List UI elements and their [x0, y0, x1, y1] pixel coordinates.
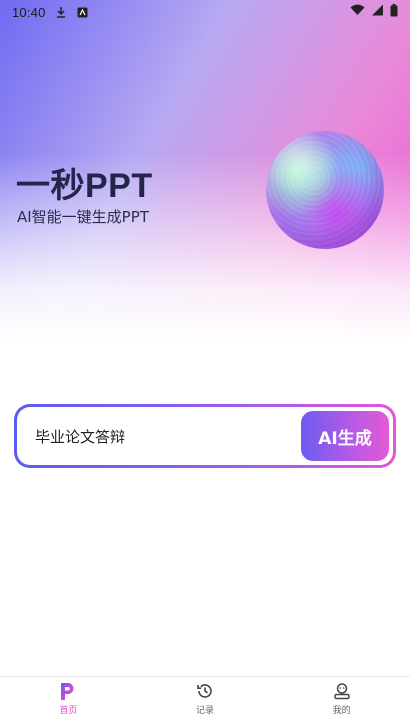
battery-icon: [390, 3, 398, 21]
bottom-nav: 首页 记录 我的: [0, 676, 410, 720]
topic-input[interactable]: [35, 427, 301, 445]
iridescent-orb-illustration: [266, 131, 384, 249]
history-icon: [195, 681, 215, 701]
brand-p-icon: [58, 681, 78, 701]
prompt-container: AI生成: [14, 404, 396, 468]
profile-icon: [332, 681, 352, 701]
nav-label-history: 记录: [195, 706, 214, 716]
app-subtitle: AI智能一键生成PPT: [17, 208, 149, 226]
status-time: 10:40: [12, 4, 46, 20]
nav-item-profile[interactable]: 我的: [302, 681, 382, 716]
nav-item-history[interactable]: 记录: [165, 681, 245, 716]
ai-generate-button[interactable]: AI生成: [301, 411, 389, 461]
notification-app-icon: [76, 5, 90, 19]
nav-label-home: 首页: [59, 706, 78, 716]
signal-icon: [371, 4, 384, 20]
prompt-inner: AI生成: [17, 407, 393, 465]
download-icon: [54, 5, 68, 19]
wifi-icon: [350, 4, 365, 20]
status-right-group: [350, 3, 398, 21]
nav-item-home[interactable]: 首页: [28, 681, 108, 716]
status-bar: 10:40: [0, 0, 410, 24]
app-title: 一秒PPT: [16, 167, 153, 205]
nav-label-profile: 我的: [332, 706, 351, 716]
